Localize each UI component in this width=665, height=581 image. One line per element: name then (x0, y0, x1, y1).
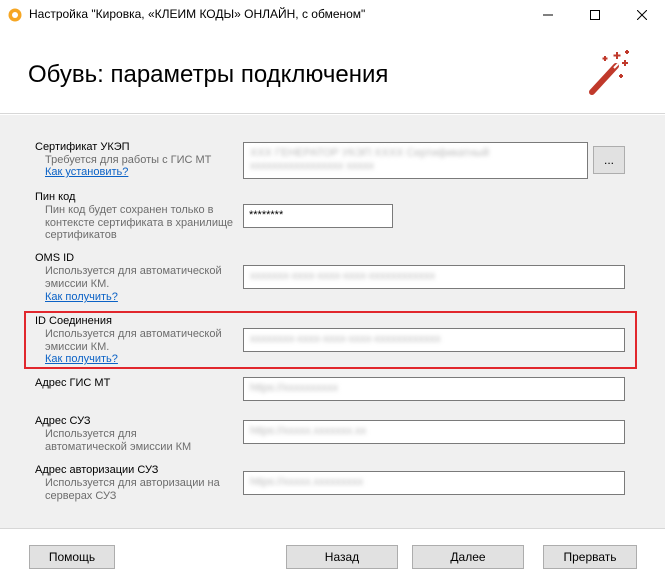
wizard-footer: Помощь Назад Далее Прервать (0, 528, 665, 581)
gis-mt-address-label: Адрес ГИС МТ (35, 377, 111, 389)
suz-auth-address-hint: Используется для авторизации на серверах… (45, 477, 220, 502)
suz-address-hint: Используется для автоматической эмиссии … (45, 428, 192, 453)
next-button[interactable]: Далее (412, 545, 524, 569)
wizard-header: Обувь: параметры подключения (0, 30, 665, 114)
close-button[interactable] (619, 0, 665, 30)
app-icon (8, 8, 22, 22)
gis-mt-address-value: https://xxxxxxxxxx (250, 382, 339, 394)
suz-auth-address-label: Адрес авторизации СУЗ (35, 464, 159, 476)
magic-wand-icon (589, 50, 629, 95)
oms-id-get-link[interactable]: Как получить? (45, 291, 118, 303)
oms-id-input[interactable]: xxxxxxx-xxxx-xxxx-xxxx-xxxxxxxxxxxx (243, 265, 625, 289)
minimize-button[interactable] (525, 0, 571, 30)
help-button[interactable]: Помощь (29, 545, 115, 569)
back-button[interactable]: Назад (286, 545, 398, 569)
certificate-value-line2: xxxxxxxxxxxxxxxxx xxxxx (250, 160, 375, 172)
connection-id-input[interactable]: xxxxxxxx-xxxx-xxxx-xxxx-xxxxxxxxxxxx (243, 328, 625, 352)
suz-address-value: https://xxxxx.xxxxxxx.xx (250, 425, 367, 437)
certificate-field[interactable]: XXX ГЕНЕРАТОР УКЭП XXXX Сертификатный xx… (243, 142, 588, 179)
suz-address-input[interactable]: https://xxxxx.xxxxxxx.xx (243, 420, 625, 444)
maximize-button[interactable] (572, 0, 618, 30)
minimize-icon (543, 14, 553, 16)
connection-id-get-link[interactable]: Как получить? (45, 353, 118, 365)
suz-auth-address-input[interactable]: https://xxxxx.xxxxxxxxx (243, 471, 625, 495)
connection-id-hint: Используется для автоматической эмиссии … (45, 328, 222, 353)
certificate-install-link[interactable]: Как установить? (45, 166, 128, 178)
page-title: Обувь: параметры подключения (28, 61, 389, 88)
certificate-value-line1: XXX ГЕНЕРАТОР УКЭП XXXX Сертификатный (250, 147, 489, 159)
suz-address-label: Адрес СУЗ (35, 415, 91, 427)
oms-id-value: xxxxxxx-xxxx-xxxx-xxxx-xxxxxxxxxxxx (250, 270, 436, 282)
pin-label: Пин код (35, 191, 76, 203)
oms-id-hint: Используется для автоматической эмиссии … (45, 265, 222, 290)
oms-id-label: OMS ID (35, 252, 75, 264)
close-icon (637, 10, 647, 20)
connection-id-value: xxxxxxxx-xxxx-xxxx-xxxx-xxxxxxxxxxxx (250, 333, 441, 345)
gis-mt-address-input[interactable]: https://xxxxxxxxxx (243, 377, 625, 401)
settings-panel: Сертификат УКЭП Требуется для работы с Г… (0, 115, 665, 528)
maximize-icon (590, 10, 600, 20)
certificate-label: Сертификат УКЭП (35, 141, 130, 153)
pin-hint: Пин код будет сохранен только в контекст… (45, 204, 234, 241)
connection-id-label: ID Соединения (35, 315, 112, 327)
certificate-hint: Требуется для работы с ГИС МТ (45, 154, 212, 166)
browse-certificate-button[interactable]: ... (593, 146, 625, 174)
suz-auth-address-value: https://xxxxx.xxxxxxxxx (250, 476, 364, 488)
title-bar: Настройка "Кировка, «КЛЕИМ КОДЫ» ОНЛАЙН,… (0, 0, 665, 30)
pin-input[interactable]: ******** (243, 204, 393, 228)
abort-button[interactable]: Прервать (543, 545, 637, 569)
window-title: Настройка "Кировка, «КЛЕИМ КОДЫ» ОНЛАЙН,… (29, 7, 366, 21)
